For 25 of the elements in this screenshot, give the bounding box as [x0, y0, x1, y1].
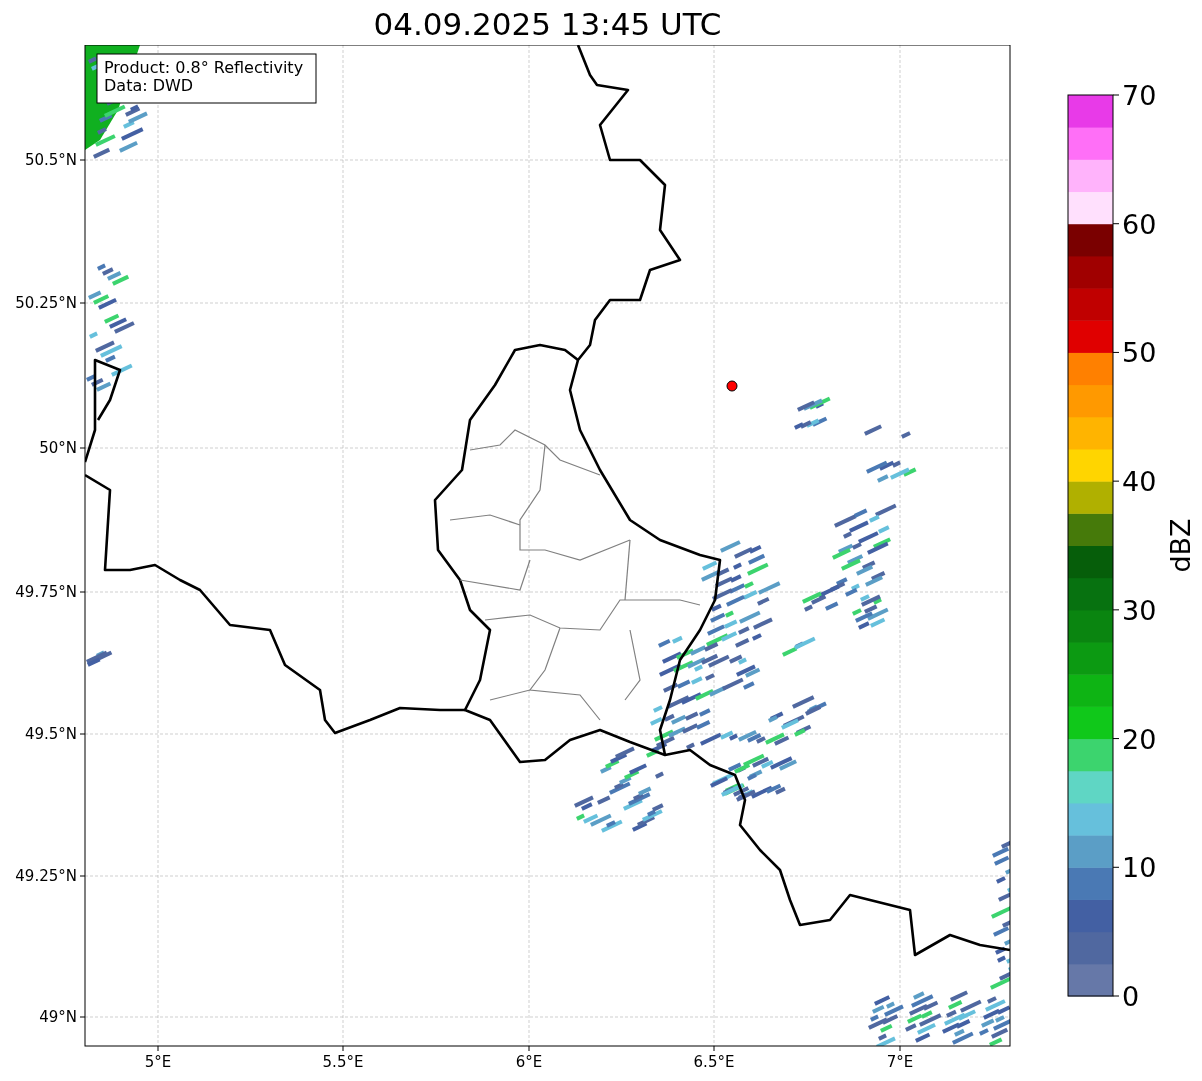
- info-text: Product: 0.8° Reflectivity: [104, 58, 304, 77]
- longitude-label: 5°E: [144, 1053, 172, 1071]
- latitude-label: 50.5°N: [24, 151, 77, 169]
- colorbar-tick-label: 70: [1122, 80, 1157, 111]
- latitude-label: 49°N: [39, 1008, 77, 1026]
- latitude-label: 50.25°N: [15, 294, 77, 312]
- colorbar-tick-label: 50: [1122, 337, 1157, 369]
- info-text: Data: DWD: [104, 76, 194, 95]
- longitude-label: 5.5°E: [322, 1053, 364, 1071]
- colorbar-tick-label: 60: [1122, 208, 1157, 240]
- colorbar-tick-label: 30: [1122, 594, 1157, 626]
- colorbar-tick-label: 0: [1122, 981, 1140, 1012]
- colorbar-tick-label: 10: [1122, 852, 1157, 884]
- longitude-label: 6°E: [515, 1053, 543, 1071]
- latitude-label: 49.5°N: [24, 725, 77, 743]
- longitude-label: 7°E: [886, 1053, 914, 1071]
- longitude-label: 6.5°E: [693, 1053, 735, 1071]
- latitude-label: 50°N: [39, 439, 77, 457]
- colorbar-tick-label: 40: [1122, 466, 1157, 498]
- colorbar-tick-label: 20: [1122, 723, 1157, 755]
- chart-title: 04.09.2025 13:45 UTC: [372, 5, 723, 44]
- latitude-label: 49.75°N: [15, 583, 77, 601]
- colorbar-label: dBZ: [1165, 518, 1196, 573]
- radar-site-marker: [726, 380, 738, 392]
- latitude-label: 49.25°N: [15, 867, 77, 885]
